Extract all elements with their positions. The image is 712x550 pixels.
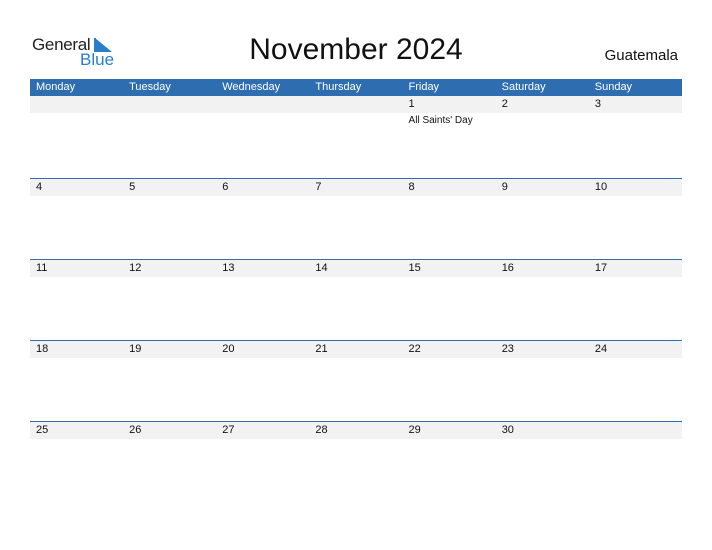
day-cell: 27	[216, 422, 309, 503]
holiday-label: All Saints' Day	[408, 115, 473, 126]
day-cell: 13	[216, 260, 309, 341]
day-cell	[309, 96, 402, 177]
day-number: 19	[129, 343, 142, 355]
day-number: 12	[129, 262, 142, 274]
day-number: 13	[222, 262, 235, 274]
day-cell	[216, 96, 309, 177]
day-cell: 20	[216, 341, 309, 422]
day-cell: 10	[589, 179, 682, 260]
day-cell: 1 All Saints' Day	[403, 96, 496, 177]
day-number: 5	[129, 181, 136, 193]
weekday-header: Monday Tuesday Wednesday Thursday Friday…	[30, 79, 682, 96]
day-number: 29	[408, 424, 421, 436]
week-row: 4 5 6 7 8 9 10	[30, 178, 682, 260]
day-cell: 19	[123, 341, 216, 422]
day-cell: 30	[496, 422, 589, 503]
day-cell: 17	[589, 260, 682, 341]
day-cell: 21	[309, 341, 402, 422]
day-cell: 28	[309, 422, 402, 503]
day-number: 7	[315, 181, 322, 193]
weekday-friday: Friday	[408, 81, 440, 93]
day-cell: 8	[403, 179, 496, 260]
weekday-thursday: Thursday	[315, 81, 362, 93]
weekday-monday: Monday	[36, 81, 76, 93]
day-number: 15	[408, 262, 421, 274]
day-cell: 6	[216, 179, 309, 260]
day-number: 11	[36, 262, 48, 274]
day-number: 23	[501, 343, 514, 355]
day-number: 16	[501, 262, 514, 274]
day-cell: 9	[496, 179, 589, 260]
day-number: 4	[36, 181, 43, 193]
week-row: 25 26 27 28 29 30	[30, 421, 682, 503]
day-cell: 12	[123, 260, 216, 341]
day-cell	[123, 96, 216, 177]
week-row: 18 19 20 21 22 23 24	[30, 340, 682, 422]
day-number: 28	[315, 424, 328, 436]
day-number: 10	[594, 181, 608, 193]
day-number: 26	[129, 424, 142, 436]
day-number: 9	[501, 181, 508, 193]
day-cell: 16	[496, 260, 589, 341]
day-cell: 14	[309, 260, 402, 341]
day-number: 8	[408, 181, 415, 193]
weekday-wednesday: Wednesday	[222, 81, 281, 93]
day-cell: 7	[309, 179, 402, 260]
day-number: 30	[501, 424, 514, 436]
day-cell: 5	[123, 179, 216, 260]
day-number: 25	[36, 424, 49, 436]
day-cell: 26	[123, 422, 216, 503]
day-cell: 25	[30, 422, 123, 503]
day-number: 24	[594, 343, 608, 355]
day-cell: 11	[30, 260, 123, 341]
day-cell: 3	[589, 96, 682, 177]
week-row: 1 All Saints' Day 2 3	[30, 96, 682, 177]
day-number: 27	[222, 424, 235, 436]
day-number: 3	[594, 98, 601, 110]
day-cell: 22	[403, 341, 496, 422]
day-number: 20	[222, 343, 235, 355]
weekday-tuesday: Tuesday	[129, 81, 171, 93]
day-cell: 15	[403, 260, 496, 341]
day-cell: 23	[496, 341, 589, 422]
day-number: 17	[594, 262, 608, 274]
day-cell: 24	[589, 341, 682, 422]
day-cell: 2	[496, 96, 589, 177]
week-row: 11 12 13 14 15 16 17	[30, 259, 682, 341]
country-label: Guatemala	[604, 47, 678, 64]
day-number: 2	[501, 98, 508, 110]
weekday-sunday: Sunday	[594, 81, 633, 93]
day-number: 14	[315, 262, 328, 274]
day-cell: 18	[30, 341, 123, 422]
weekday-saturday: Saturday	[501, 81, 546, 93]
day-cell: 4	[30, 179, 123, 260]
day-cell	[30, 96, 123, 177]
day-number: 6	[222, 181, 229, 193]
day-number: 22	[408, 343, 421, 355]
day-number: 21	[315, 343, 328, 355]
day-cell	[589, 422, 682, 503]
day-number: 18	[36, 343, 49, 355]
day-number: 1	[408, 98, 415, 110]
day-cell: 29	[403, 422, 496, 503]
